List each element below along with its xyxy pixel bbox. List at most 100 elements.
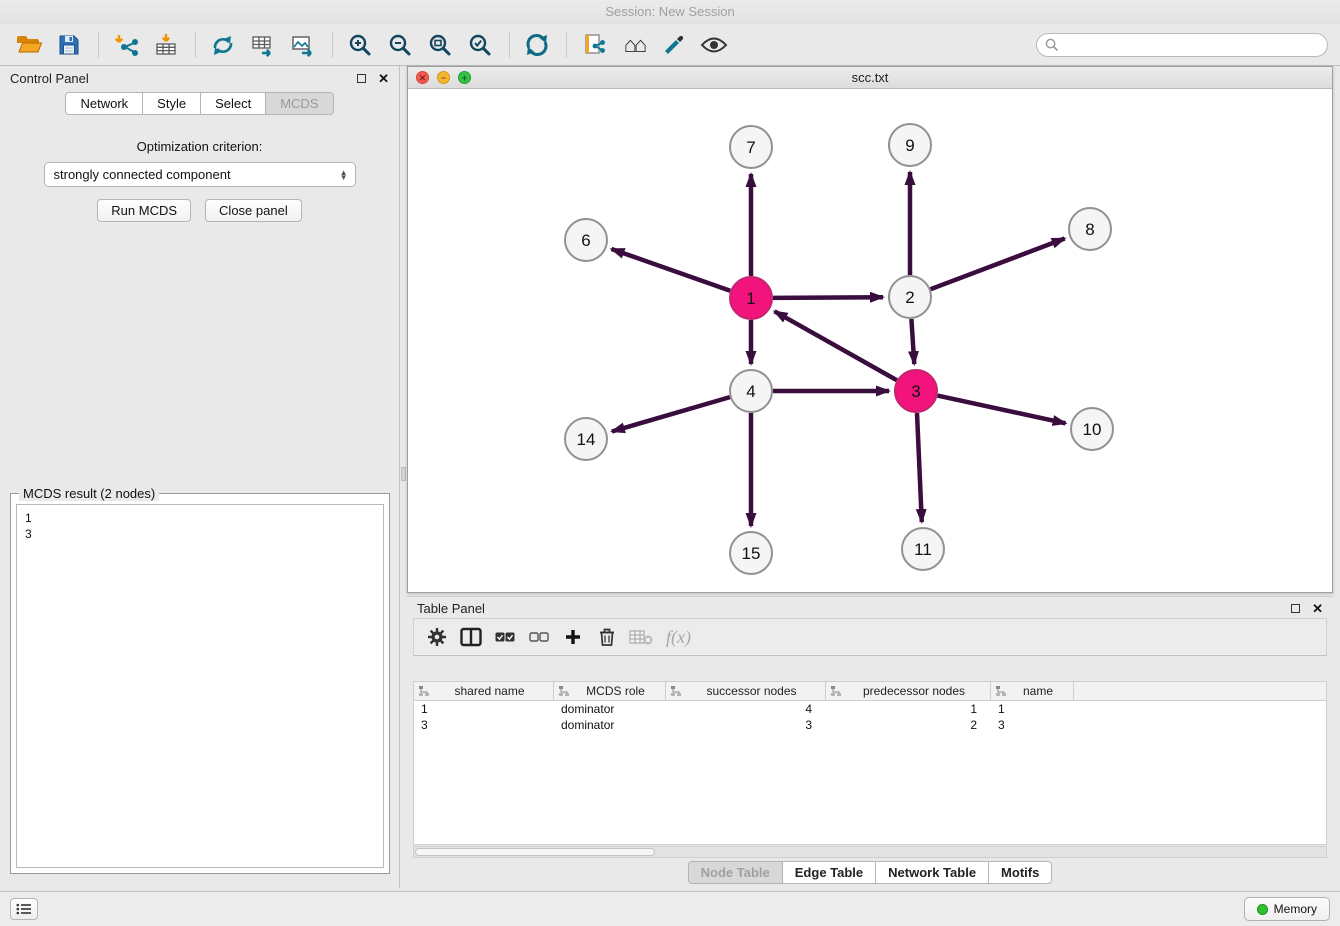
home-pair-button[interactable]: ⌂⌂ — [617, 28, 651, 62]
mcds-result-list[interactable]: 1 3 — [16, 504, 384, 868]
close-panel-button[interactable]: Close panel — [205, 199, 302, 222]
column-sort-icon — [830, 685, 842, 697]
table-settings-button[interactable] — [422, 622, 452, 652]
table-row[interactable]: 1dominator411 — [414, 701, 1326, 717]
search-input[interactable] — [1064, 37, 1319, 52]
float-table-panel-icon[interactable] — [1291, 604, 1300, 613]
refresh-button[interactable] — [520, 28, 554, 62]
export-network-button[interactable] — [577, 28, 611, 62]
panel-divider-handle[interactable] — [401, 467, 406, 481]
float-panel-icon[interactable] — [357, 74, 366, 83]
tab-style[interactable]: Style — [142, 92, 200, 115]
graph-node-14[interactable]: 14 — [565, 418, 607, 460]
table-cell[interactable]: 1 — [826, 702, 991, 716]
table-cell[interactable]: 3 — [666, 718, 826, 732]
task-history-button[interactable] — [10, 898, 38, 920]
zoom-selected-button[interactable] — [463, 28, 497, 62]
close-table-panel-icon[interactable]: ✕ — [1312, 602, 1323, 615]
tab-motifs[interactable]: Motifs — [988, 861, 1052, 884]
graph-node-label: 11 — [914, 540, 932, 559]
window-close-icon[interactable]: ✕ — [416, 71, 429, 84]
import-table-button[interactable] — [149, 28, 183, 62]
delete-table-icon — [629, 628, 653, 646]
graph-edge-2-3[interactable] — [911, 319, 914, 364]
table-cell[interactable]: 1 — [414, 702, 554, 716]
column-header-predecessor-nodes[interactable]: predecessor nodes — [826, 682, 991, 700]
filter-button[interactable] — [657, 28, 691, 62]
graph-node-15[interactable]: 15 — [730, 532, 772, 574]
tab-network-table[interactable]: Network Table — [875, 861, 988, 884]
zoom-in-button[interactable] — [343, 28, 377, 62]
show-column-button[interactable] — [456, 622, 486, 652]
delete-column-button[interactable] — [592, 622, 622, 652]
column-header-name[interactable]: name — [991, 682, 1074, 700]
graph-edge-4-14[interactable] — [612, 397, 730, 431]
graph-node-8[interactable]: 8 — [1069, 208, 1111, 250]
zoom-fit-icon — [428, 33, 452, 57]
table-cell[interactable]: 2 — [826, 718, 991, 732]
criterion-dropdown[interactable]: strongly connected component ▲▼ — [44, 162, 356, 187]
graph-edge-1-6[interactable] — [612, 249, 731, 291]
table-cell[interactable]: dominator — [554, 702, 666, 716]
delete-table-button[interactable] — [626, 622, 656, 652]
tab-mcds[interactable]: MCDS — [265, 92, 333, 115]
tab-network[interactable]: Network — [65, 92, 142, 115]
column-header-shared-name[interactable]: shared name — [414, 682, 554, 700]
graph-node-6[interactable]: 6 — [565, 219, 607, 261]
memory-button[interactable]: Memory — [1244, 897, 1330, 921]
graph-edge-3-1[interactable] — [775, 311, 897, 380]
search-field[interactable] — [1036, 33, 1328, 57]
zoom-fit-button[interactable] — [423, 28, 457, 62]
table-cell[interactable]: 3 — [991, 718, 1074, 732]
add-column-button[interactable] — [558, 622, 588, 652]
graph-edge-3-11[interactable] — [917, 413, 922, 522]
checked-boxes-icon — [495, 631, 515, 643]
scrollbar-thumb[interactable] — [415, 848, 655, 856]
window-zoom-icon[interactable]: + — [458, 71, 471, 84]
graph-node-label: 6 — [581, 231, 590, 250]
export-image-button[interactable] — [286, 28, 320, 62]
graph-edge-3-10[interactable] — [938, 396, 1066, 424]
graph-node-2[interactable]: 2 — [889, 276, 931, 318]
table-cell[interactable]: 4 — [666, 702, 826, 716]
toolbar-separator — [509, 32, 510, 58]
export-table-button[interactable] — [246, 28, 280, 62]
table-horizontal-scrollbar[interactable] — [413, 846, 1327, 858]
graph-edge-2-8[interactable] — [931, 239, 1065, 290]
run-mcds-button[interactable]: Run MCDS — [97, 199, 191, 222]
tab-edge-table[interactable]: Edge Table — [782, 861, 875, 884]
graph-node-4[interactable]: 4 — [730, 370, 772, 412]
column-header-successor-nodes[interactable]: successor nodes — [666, 682, 826, 700]
select-all-button[interactable] — [490, 622, 520, 652]
save-session-button[interactable] — [52, 28, 86, 62]
table-row[interactable]: 3dominator323 — [414, 717, 1326, 733]
graph-node-label: 8 — [1085, 220, 1094, 239]
network-canvas[interactable]: 7 9 6 8 1 2 4 3 14 10 15 11 — [408, 89, 1332, 592]
window-minimize-icon[interactable]: − — [437, 71, 450, 84]
network-arrows-button[interactable] — [206, 28, 240, 62]
network-canvas-container[interactable]: 7 9 6 8 1 2 4 3 14 10 15 11 — [408, 89, 1332, 592]
tab-node-table[interactable]: Node Table — [688, 861, 782, 884]
deselect-all-button[interactable] — [524, 622, 554, 652]
eye-button[interactable] — [697, 28, 731, 62]
graph-node-1[interactable]: 1 — [730, 277, 772, 319]
graph-node-11[interactable]: 11 — [902, 528, 944, 570]
graph-node-7[interactable]: 7 — [730, 126, 772, 168]
graph-node-3[interactable]: 3 — [895, 370, 937, 412]
graph-node-9[interactable]: 9 — [889, 124, 931, 166]
table-cell[interactable]: dominator — [554, 718, 666, 732]
graph-node-10[interactable]: 10 — [1071, 408, 1113, 450]
table-cell[interactable]: 1 — [991, 702, 1074, 716]
open-file-button[interactable] — [12, 28, 46, 62]
column-header-mcds-role[interactable]: MCDS role — [554, 682, 666, 700]
import-network-button[interactable] — [109, 28, 143, 62]
zoom-out-button[interactable] — [383, 28, 417, 62]
column-sort-icon — [670, 685, 682, 697]
close-panel-icon[interactable]: ✕ — [378, 72, 389, 85]
graph-edge-1-2[interactable] — [773, 297, 883, 298]
table-cell[interactable]: 3 — [414, 718, 554, 732]
network-window-titlebar[interactable]: ✕ − + scc.txt — [408, 67, 1332, 89]
tab-select[interactable]: Select — [200, 92, 265, 115]
table-toolbar: f(x) — [413, 618, 1327, 656]
function-builder-button[interactable]: f(x) — [666, 627, 691, 648]
